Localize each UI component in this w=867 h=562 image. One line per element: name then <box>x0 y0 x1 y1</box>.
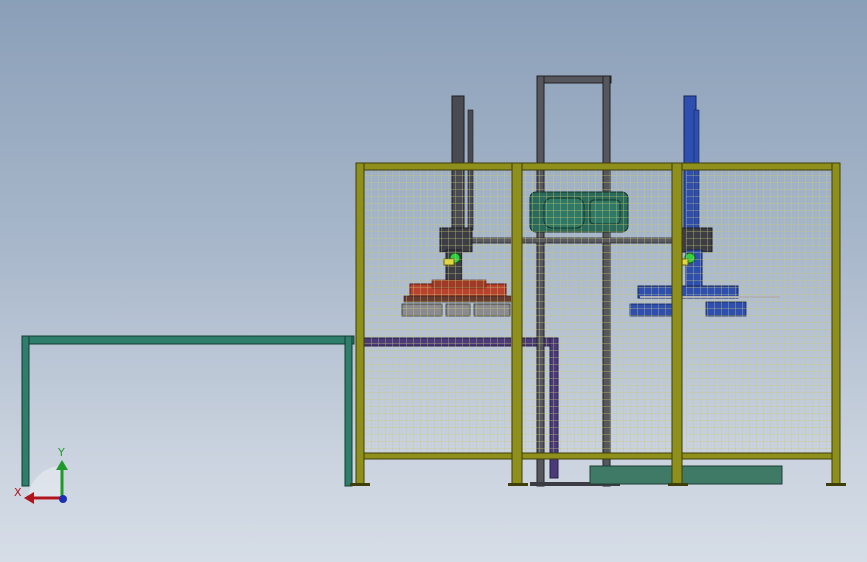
y-arrow-head <box>56 460 68 470</box>
conveyor-frame[interactable] <box>21 335 355 487</box>
safety-fence[interactable] <box>350 162 846 486</box>
base-plate[interactable] <box>589 465 783 485</box>
z-axis-dot <box>59 495 67 503</box>
y-axis-label: Y <box>57 446 65 459</box>
assembly-model[interactable]: Y X <box>0 0 867 562</box>
x-axis-label: X <box>14 486 22 499</box>
cad-viewport[interactable]: Y X <box>0 0 867 562</box>
